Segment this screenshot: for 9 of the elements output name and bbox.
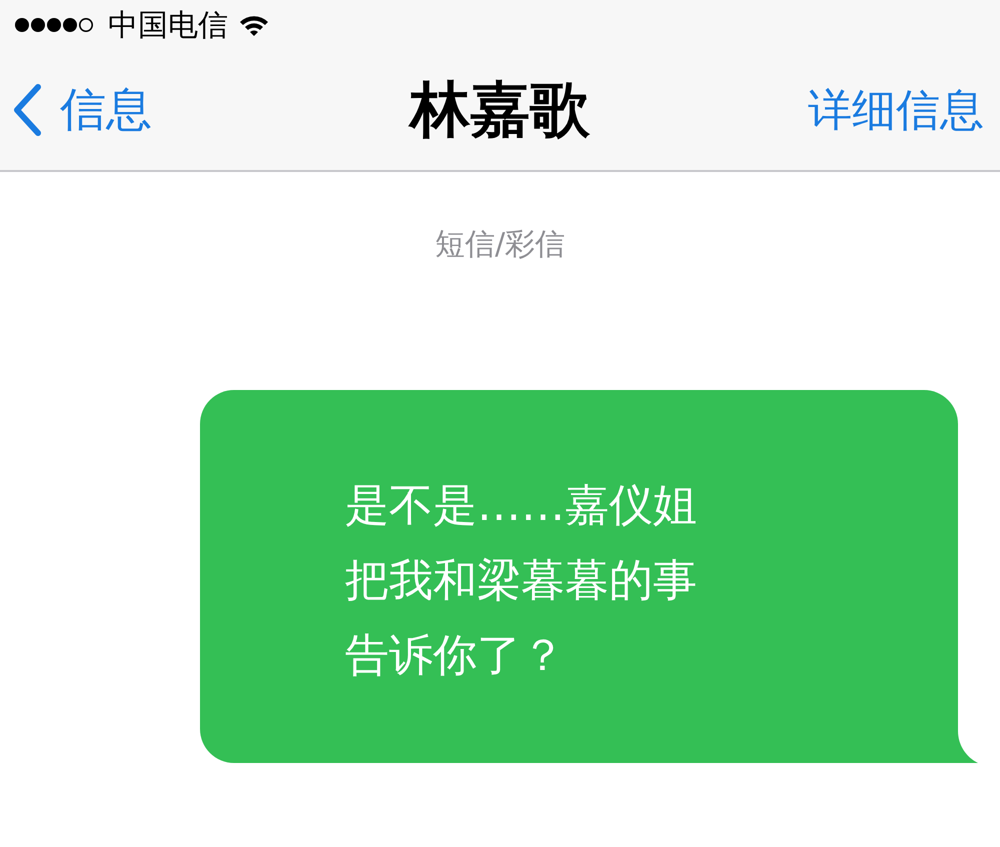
back-button[interactable]: 信息: [12, 79, 152, 141]
message-line: 告诉你了？: [345, 629, 565, 683]
chevron-left-icon: [12, 84, 42, 136]
message-line: 是不是……嘉仪姐: [345, 479, 697, 533]
carrier-name: 中国电信: [108, 6, 228, 44]
contact-name: 林嘉歌: [410, 74, 590, 146]
details-button[interactable]: 详细信息: [808, 80, 984, 140]
message-line: 把我和梁暮暮的事: [345, 554, 697, 608]
service-label: 短信/彩信: [434, 226, 566, 264]
